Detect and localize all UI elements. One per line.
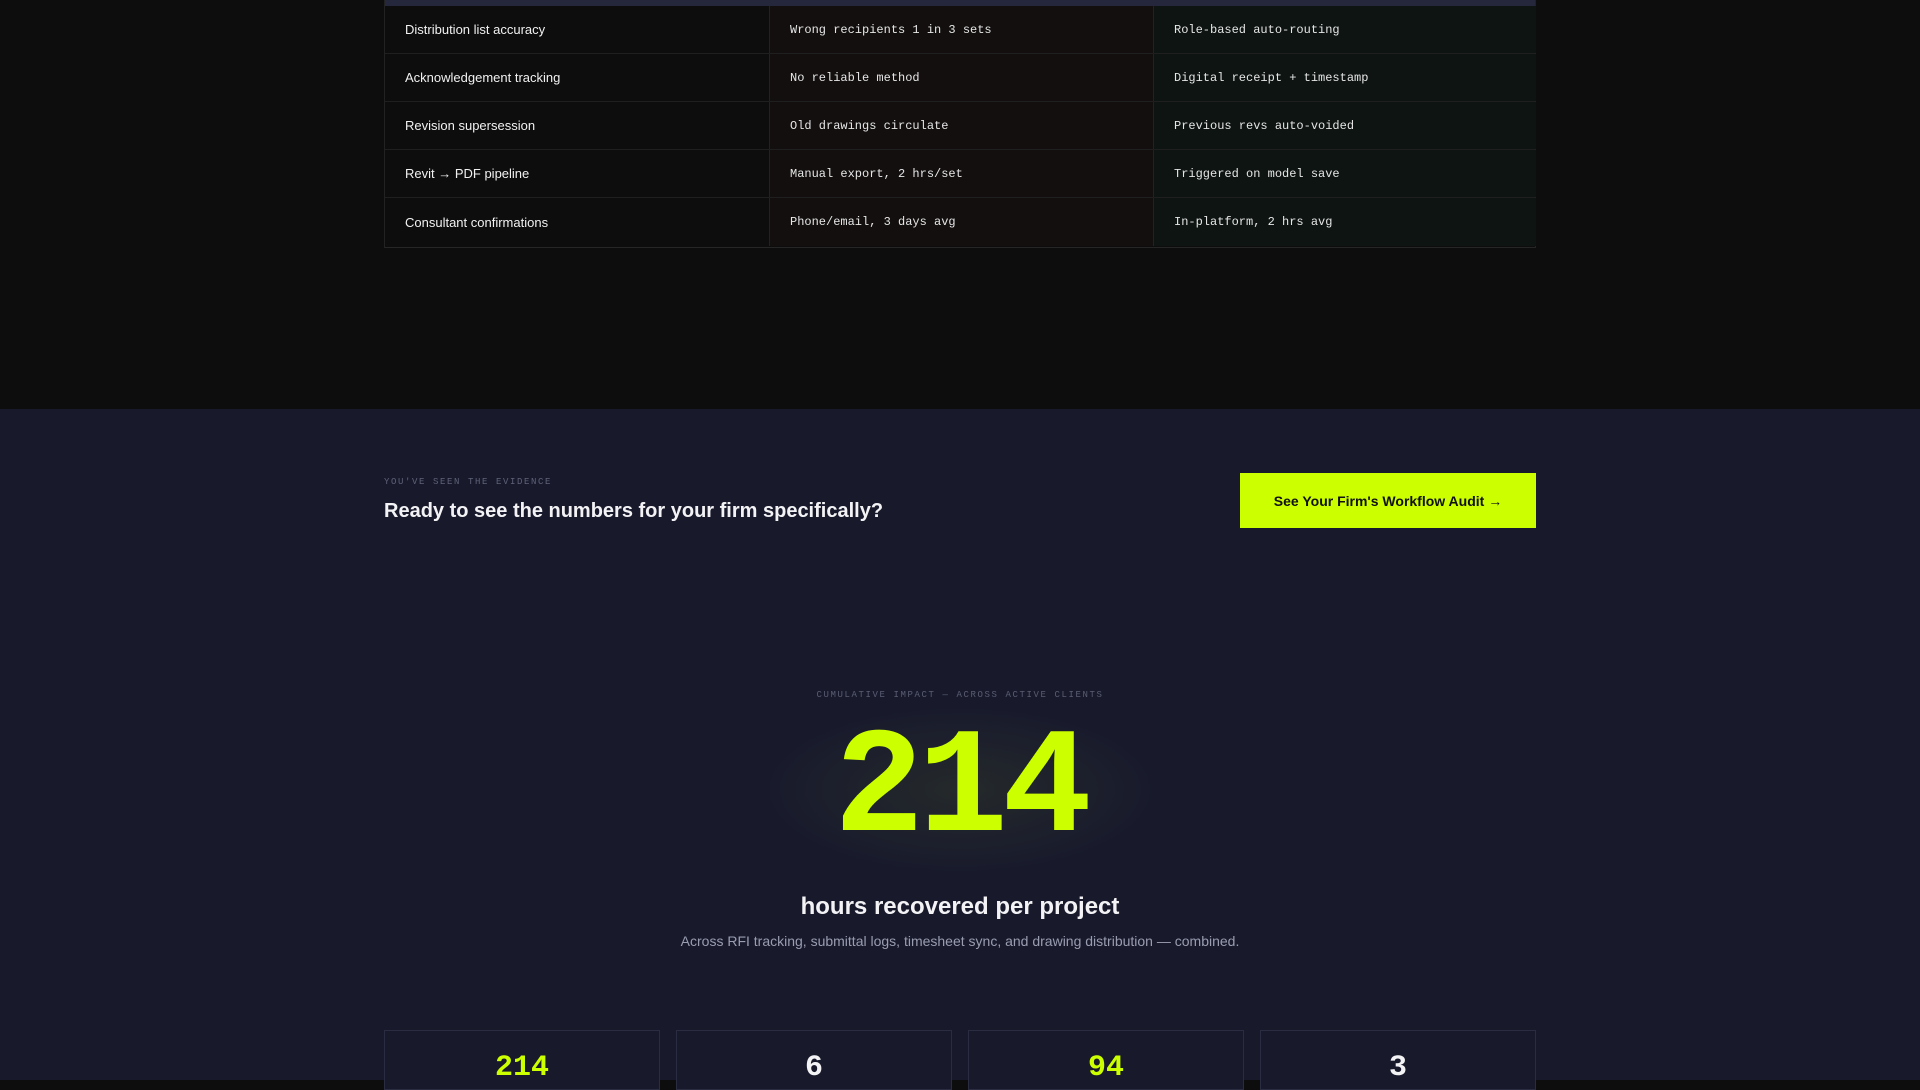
stat-card: 94 [968,1030,1244,1090]
before-value: Wrong recipients 1 in 3 sets [769,6,1153,53]
row-label: Revit → PDF pipeline [405,166,530,181]
impact-label: hours recovered per project [800,893,1120,920]
after-value: Triggered on model save [1153,150,1536,197]
stat-card: 6 [676,1030,952,1090]
row-label: Distribution list accuracy [405,22,546,37]
before-value: Phone/email, 3 days avg [769,198,1153,246]
table-row: Consultant confirmations Phone/email, 3 … [385,198,1536,246]
cta-title: Ready to see the numbers for your firm s… [384,500,884,522]
row-label: Acknowledgement tracking [405,70,561,85]
impact-subtext: Across RFI tracking, submittal logs, tim… [680,933,1240,949]
after-value: Digital receipt + timestamp [1153,54,1536,101]
cta-eyebrow: YOU'VE SEEN THE EVIDENCE [384,477,553,487]
after-value: Previous revs auto-voided [1153,102,1536,149]
stat-card: 214 [384,1030,660,1090]
comparison-section: Distribution list accuracy Wrong recipie… [0,0,1920,409]
before-value: No reliable method [769,54,1153,101]
table-row: Acknowledgement tracking No reliable met… [385,54,1536,102]
row-label: Revision supersession [405,118,536,133]
row-label: Consultant confirmations [405,214,549,230]
comparison-table: Distribution list accuracy Wrong recipie… [384,0,1536,248]
table-row: Revision supersession Old drawings circu… [385,102,1536,150]
before-value: Old drawings circulate [769,102,1153,149]
impact-number: 214 [833,706,1092,876]
after-value: In-platform, 2 hrs avg [1153,198,1536,246]
table-row: Revit → PDF pipeline Manual export, 2 hr… [385,150,1536,198]
table-row: Distribution list accuracy Wrong recipie… [385,6,1536,54]
after-value: Role-based auto-routing [1153,6,1536,53]
impact-eyebrow: CUMULATIVE IMPACT — ACROSS ACTIVE CLIENT… [816,690,1104,700]
stat-card: 3 [1260,1030,1536,1090]
workflow-audit-button[interactable]: See Your Firm's Workflow Audit → [1240,473,1536,528]
before-value: Manual export, 2 hrs/set [769,150,1153,197]
